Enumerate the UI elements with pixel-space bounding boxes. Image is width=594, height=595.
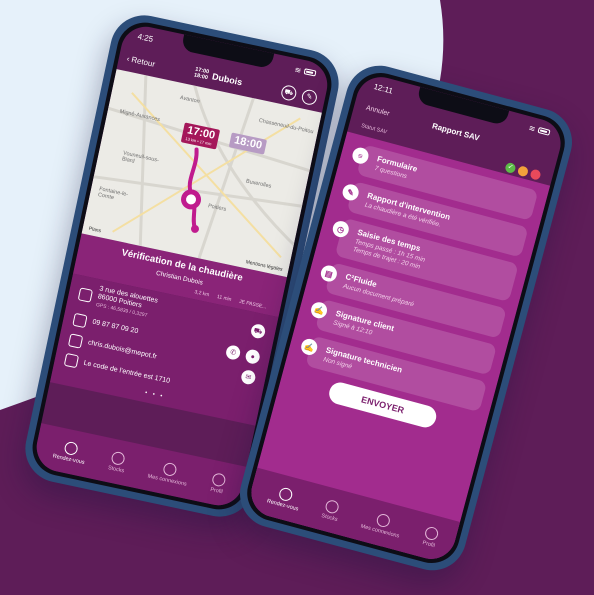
info-icon (63, 352, 80, 369)
car-button[interactable]: ⛟ (280, 83, 298, 102)
tab-profile[interactable]: Profil (422, 525, 440, 549)
phone-icon (72, 312, 88, 328)
tab-label: Profil (421, 539, 436, 549)
distance-label: 3,2 km (193, 289, 210, 299)
car-icon: ⛟ (253, 326, 264, 336)
status-icons: ≋ (528, 123, 551, 137)
pencil-icon: ✎ (340, 182, 361, 203)
status-time: 4:25 (136, 31, 155, 44)
home-icon (77, 286, 94, 303)
call-button[interactable]: ✆ (224, 344, 242, 361)
box-icon (110, 450, 127, 466)
link-icon (161, 461, 178, 477)
tab-profile[interactable]: Profil (209, 471, 227, 495)
signature-icon: ✍ (299, 337, 320, 357)
back-label: Retour (130, 54, 157, 69)
tab-appointments[interactable]: Rendez-vous (52, 438, 88, 465)
call-icon: ✆ (229, 348, 237, 358)
tab-label: Profil (209, 486, 224, 495)
duration-label: 11 min (216, 294, 232, 303)
message-button[interactable]: ● (244, 348, 261, 365)
status-orange-icon[interactable] (516, 165, 530, 178)
mail-icon (67, 332, 84, 349)
battery-icon (537, 126, 551, 136)
user-icon (423, 525, 440, 541)
tab-appointments[interactable]: Rendez-vous (266, 483, 303, 512)
edit-button[interactable]: ✎ (300, 87, 319, 106)
user-icon (211, 471, 227, 488)
pencil-icon: ✎ (305, 93, 313, 102)
appointment-title: 17:00 18:00 Dubois (193, 67, 243, 89)
calendar-icon (63, 440, 79, 456)
envelope-icon: ✉ (244, 373, 252, 382)
document-icon: ▤ (319, 263, 339, 284)
scene: 4:25 ≋ ‹ Retour 17:00 18:00 Dubois ⛟ ✎ A… (0, 0, 594, 595)
navigate-button[interactable]: ⛟ (249, 322, 267, 340)
form-icon: ≡ (350, 145, 371, 166)
header-actions: ⛟ ✎ (280, 83, 319, 106)
back-button[interactable]: ‹ Retour (126, 54, 156, 69)
link-icon (374, 511, 391, 528)
tab-label: Rendez-vous (52, 452, 86, 466)
box-icon (324, 498, 341, 515)
calendar-icon (277, 485, 294, 502)
car-icon: ⛟ (283, 88, 294, 97)
status-time: 12:11 (372, 81, 394, 96)
appointment-times: 17:00 18:00 (193, 67, 209, 82)
send-mail-button[interactable]: ✉ (240, 368, 257, 386)
tab-label: Stocks (107, 464, 125, 474)
signature-icon: ✍ (309, 300, 329, 321)
chat-icon: ● (249, 352, 256, 361)
wifi-icon: ≋ (527, 122, 537, 134)
tab-connections[interactable]: Mes connexions (360, 508, 404, 539)
tab-label: Stocks (320, 512, 339, 523)
tab-stocks[interactable]: Stocks (107, 450, 128, 474)
tab-connections[interactable]: Mes connexions (147, 458, 190, 487)
tab-stocks[interactable]: Stocks (321, 498, 342, 523)
status-icons: ≋ (294, 65, 317, 78)
status-green-check-icon[interactable]: ✓ (504, 161, 517, 175)
clock-icon: ◷ (330, 219, 351, 239)
status-red-icon[interactable] (529, 168, 542, 181)
battery-icon (303, 68, 317, 77)
wifi-icon: ≋ (293, 64, 303, 75)
client-name: Dubois (211, 71, 244, 88)
